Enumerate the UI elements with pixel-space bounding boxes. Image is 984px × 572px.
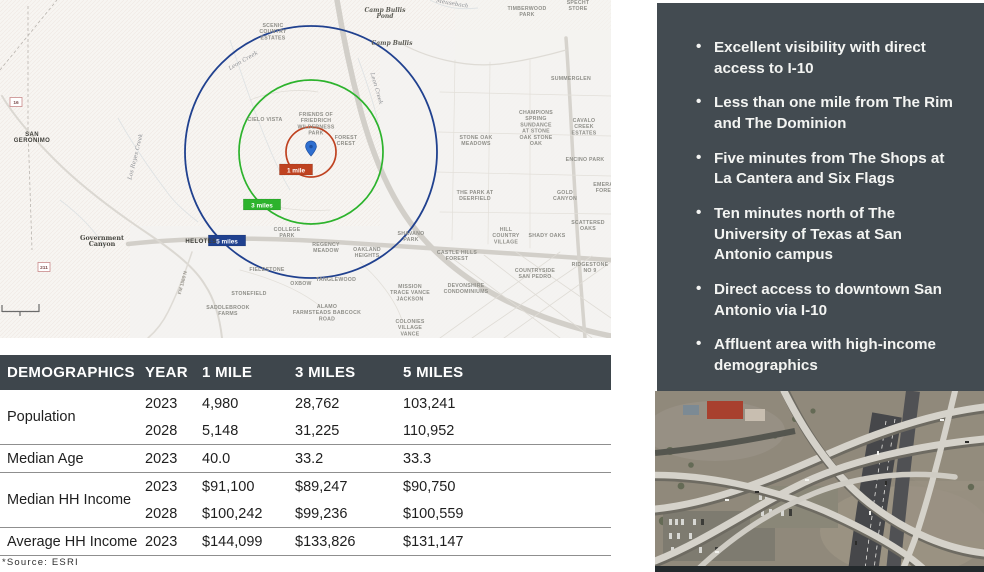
road-shield-label: 16: [13, 100, 19, 106]
map-label: SHADY OAKS: [529, 233, 566, 239]
map-label: COUNTRYSIDESAN PEDRO: [515, 268, 556, 280]
highlight-bullet: Affluent area with high-income demograph…: [695, 335, 958, 376]
map-label: CIELO VISTA: [248, 117, 283, 123]
highlights-panel: Excellent visibility with direct access …: [657, 3, 984, 391]
table-cell: 2023: [145, 390, 202, 417]
table-row-label: Median HH Income: [0, 473, 145, 528]
table-cell: $100,242: [202, 500, 295, 528]
table-cell: 4,980: [202, 390, 295, 417]
highlight-bullet: Ten minutes north of The University of T…: [695, 204, 958, 266]
table-row: Population20234,98028,762103,241: [0, 390, 611, 417]
map-label: STONE OAKMEADOWS: [460, 135, 493, 147]
table-cell: $89,247: [295, 473, 403, 501]
map-label: OXBOW: [290, 281, 311, 287]
map-label: THE PARK ATDEERFIELD: [457, 190, 494, 202]
table-header-row: DEMOGRAPHICSYEAR1 MILE3 MILES5 MILES: [0, 355, 611, 390]
table-cell: 2028: [145, 500, 202, 528]
road-shield-label: 211: [40, 265, 48, 271]
map-label: FIELDSTONE: [249, 267, 285, 273]
table-cell: 2023: [145, 528, 202, 556]
map-label: DEVONSHIRECONDOMINIUMS: [444, 283, 489, 295]
aerial-photo: [655, 391, 984, 572]
source-note: *Source: ESRI: [2, 557, 79, 568]
table-header-cell: 5 MILES: [403, 355, 611, 390]
map-label: STONEFIELD: [231, 291, 266, 297]
table-cell: $91,100: [202, 473, 295, 501]
map-label: REGENCYMEADOW: [312, 242, 340, 254]
location-map: 1 mile 3 miles 5 miles 16 211 SCENICCOUNTRY…: [0, 0, 611, 338]
map-label: SUMMERGLEN: [551, 76, 591, 82]
table-cell: 2023: [145, 445, 202, 473]
table-header-cell: DEMOGRAPHICS: [0, 355, 145, 390]
table-header-cell: 1 MILE: [202, 355, 295, 390]
aerial-photo-graphic: [655, 391, 984, 572]
table-cell: $100,559: [403, 500, 611, 528]
highlight-bullet: Less than one mile from The Rim and The …: [695, 93, 958, 134]
table-cell: 33.3: [403, 445, 611, 473]
photo-bottom-strip: [655, 566, 984, 572]
table-row: Median HH Income2023$91,100$89,247$90,75…: [0, 473, 611, 501]
table-cell: 40.0: [202, 445, 295, 473]
table-row-label: Average HH Income: [0, 528, 145, 556]
table-cell: 28,762: [295, 390, 403, 417]
table-cell: 2023: [145, 473, 202, 501]
map-canvas: 1 mile 3 miles 5 miles 16 211 SCENICCOUNTRY…: [0, 0, 611, 338]
table-cell: $144,099: [202, 528, 295, 556]
table-cell: $90,750: [403, 473, 611, 501]
map-label: CAVALOCREEKESTATES: [572, 118, 597, 136]
table-cell: 31,225: [295, 417, 403, 445]
demographics-section: DEMOGRAPHICSYEAR1 MILE3 MILES5 MILES Pop…: [0, 355, 611, 556]
radius-badge-label: 5 miles: [216, 238, 238, 245]
map-label: SCENICCOUNTRYESTATES: [259, 23, 286, 41]
map-label: Camp Bullis: [372, 40, 414, 47]
highlight-bullet: Direct access to downtown San Antonio vi…: [695, 280, 958, 321]
table-cell: 2028: [145, 417, 202, 445]
highlight-bullet: Five minutes from The Shops at La Canter…: [695, 149, 958, 190]
table-cell: $99,236: [295, 500, 403, 528]
brochure-page: 1 mile 3 miles 5 miles 16 211 SCENICCOUNTRY…: [0, 0, 984, 572]
table-cell: 103,241: [403, 390, 611, 417]
table-row: Average HH Income2023$144,099$133,826$13…: [0, 528, 611, 556]
table-cell: $133,826: [295, 528, 403, 556]
table-row-label: Population: [0, 390, 145, 445]
table-header-cell: 3 MILES: [295, 355, 403, 390]
table-cell: 5,148: [202, 417, 295, 445]
map-label: OAKLANDHEIGHTS: [353, 247, 381, 259]
table-cell: $131,147: [403, 528, 611, 556]
map-label: SPECHTSTORE: [567, 0, 590, 12]
radius-badge-label: 3 miles: [251, 202, 273, 209]
map-label: ENCINO PARK: [566, 157, 605, 163]
highlights-list: Excellent visibility with direct access …: [657, 3, 984, 377]
radius-badge-label: 1 mile: [287, 167, 306, 174]
map-label: TANGLEWOOD: [316, 277, 356, 283]
table-row: Median Age202340.033.233.3: [0, 445, 611, 473]
map-label: HELOTES: [185, 239, 216, 245]
map-label: FORESTCREST: [335, 135, 358, 147]
table-cell: 110,952: [403, 417, 611, 445]
table-header-cell: YEAR: [145, 355, 202, 390]
table-cell: 33.2: [295, 445, 403, 473]
table-row-label: Median Age: [0, 445, 145, 473]
demographics-table: DEMOGRAPHICSYEAR1 MILE3 MILES5 MILES Pop…: [0, 355, 611, 556]
highlight-bullet: Excellent visibility with direct access …: [695, 38, 958, 79]
map-label: EMERALDFOREST: [593, 182, 611, 194]
